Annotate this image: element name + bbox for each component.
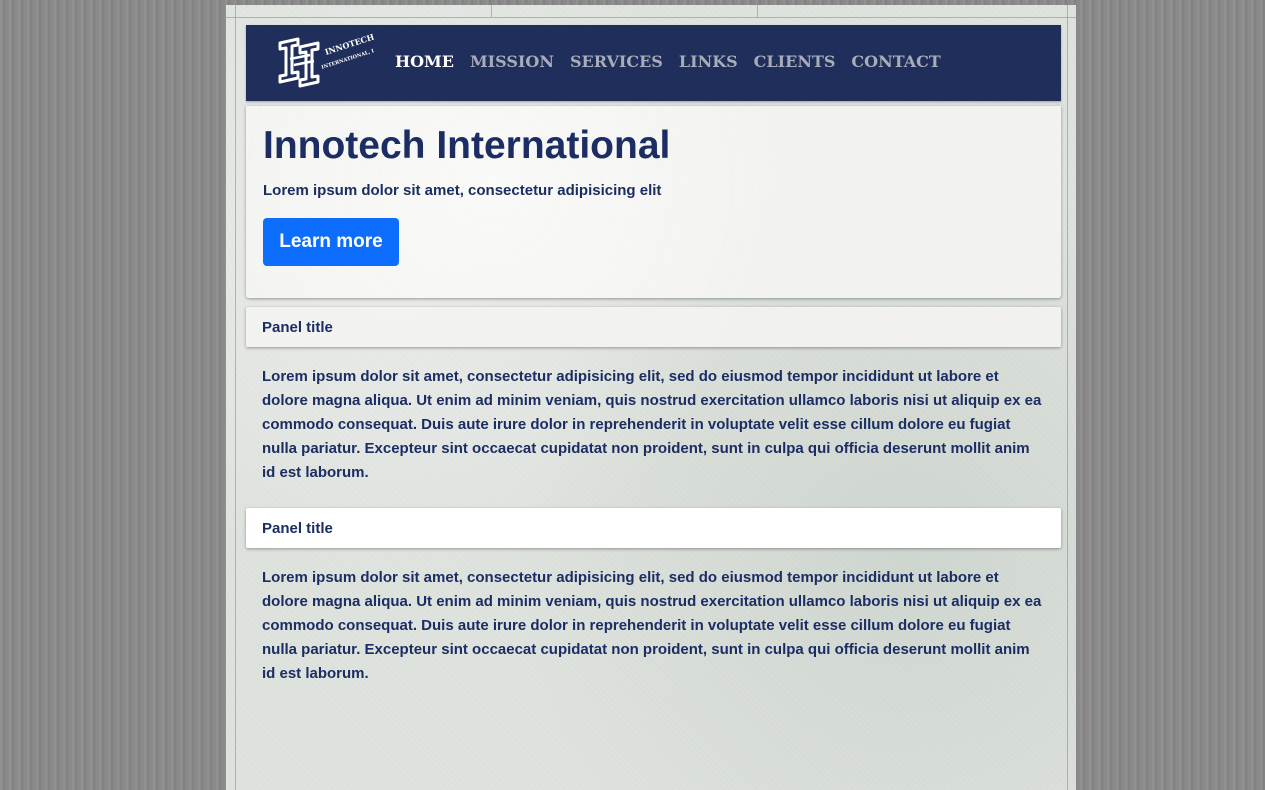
panel-title: Panel title: [262, 520, 333, 537]
grid-line: [757, 5, 758, 17]
main-nav: HOME MISSION SERVICES LINKS CLIENTS CONT…: [395, 52, 941, 72]
panel-heading: Panel title: [246, 307, 1061, 347]
innotech-logo-icon: INNOTECH INTERNATIONAL, LLC: [278, 31, 383, 88]
grid-line: [226, 17, 1076, 18]
nav-item-mission[interactable]: MISSION: [470, 52, 554, 72]
panel-body: Lorem ipsum dolor sit amet, consectetur …: [262, 569, 1042, 682]
nav-item-services[interactable]: SERVICES: [570, 52, 663, 72]
learn-more-button[interactable]: Learn more: [263, 218, 399, 266]
hero-jumbotron: Innotech International Lorem ipsum dolor…: [246, 106, 1061, 298]
grid-line: [491, 5, 492, 17]
nav-item-links[interactable]: LINKS: [679, 52, 738, 72]
brand-logo[interactable]: INNOTECH INTERNATIONAL, LLC: [276, 31, 383, 93]
page-title: Innotech International: [263, 124, 671, 167]
nav-item-contact[interactable]: CONTACT: [851, 52, 940, 72]
panel-heading: Panel title: [246, 508, 1061, 548]
grid-line: [235, 5, 236, 790]
grid-line: [1067, 5, 1068, 790]
hero-subtitle: Lorem ipsum dolor sit amet, consectetur …: [263, 182, 662, 199]
page-container: INNOTECH INTERNATIONAL, LLC HOME MISSION…: [226, 5, 1076, 790]
panel-body: Lorem ipsum dolor sit amet, consectetur …: [262, 368, 1042, 481]
nav-item-home[interactable]: HOME: [395, 52, 454, 72]
panel-title: Panel title: [262, 319, 333, 336]
navbar: INNOTECH INTERNATIONAL, LLC HOME MISSION…: [246, 25, 1061, 101]
nav-item-clients[interactable]: CLIENTS: [754, 52, 836, 72]
